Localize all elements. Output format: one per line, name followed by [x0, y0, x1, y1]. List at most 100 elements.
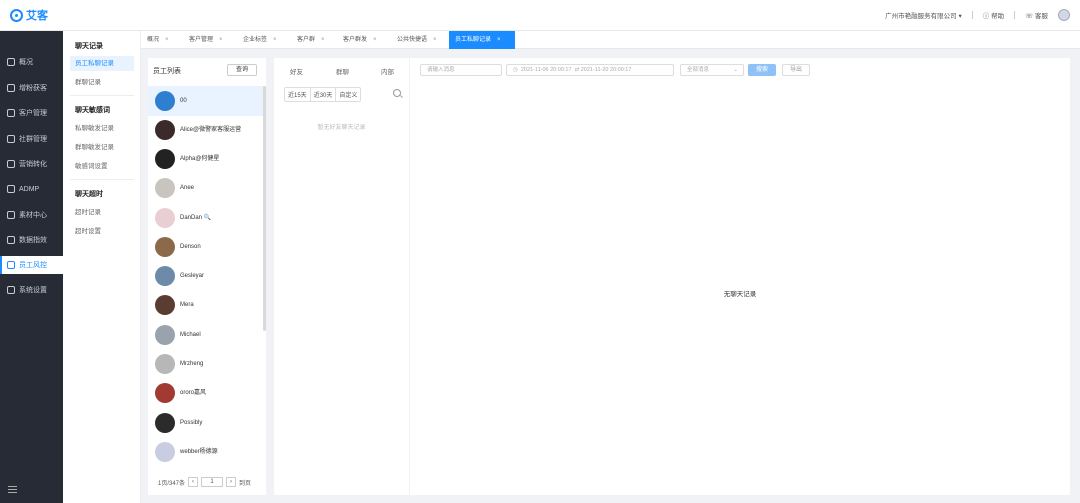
subnav-item-timeout-record[interactable]: 超时记录	[70, 205, 134, 220]
employee-row[interactable]: 00	[148, 86, 264, 116]
goto-page-button[interactable]: 到页	[239, 478, 251, 487]
tab-customer-broadcast[interactable]: 客户群发 ×	[337, 31, 391, 49]
sidebar-item-customers[interactable]: 客户管理	[0, 104, 63, 122]
sidebar-item-data[interactable]: 数据指效	[0, 231, 63, 249]
company-selector[interactable]: 广州市艳融服务有限公司 ▾	[885, 10, 962, 20]
query-button[interactable]: 查询	[227, 64, 257, 76]
sidebar-item-acquisition[interactable]: 增粉获客	[0, 79, 63, 97]
sidebar-item-materials[interactable]: 素材中心	[0, 206, 63, 224]
employee-row[interactable]: Alice@微警家客服运营	[148, 115, 264, 145]
sub-navigation: 聊天记录 员工私聊记录 群聊记录 聊天敏感词 私聊敏发记录 群聊敏发记录 敏感词…	[63, 31, 141, 503]
employee-row[interactable]: DanDan 🔍	[148, 203, 264, 233]
help-link[interactable]: ⓘ 帮助	[983, 10, 1004, 20]
subnav-item-group-chat[interactable]: 群聊记录	[70, 75, 134, 90]
avatar	[155, 295, 175, 315]
message-type-select[interactable]: 全部消息 ⌄	[680, 64, 744, 76]
app-logo[interactable]: 艾客	[10, 7, 48, 23]
service-link[interactable]: ☏ 客服	[1025, 10, 1048, 20]
prev-page-icon[interactable]: ‹	[188, 477, 199, 487]
page-tabs: 概况 × 客户管理 × 企业标签 × 客户群 × 客户群发 × 公共快捷语 × 员工私聊记录…	[141, 31, 1080, 49]
range-custom[interactable]: 自定义	[336, 88, 360, 101]
subnav-group-timeout: 聊天超时	[75, 191, 103, 198]
subnav-item-sensitive-settings[interactable]: 敏感词设置	[70, 159, 134, 174]
gear-icon	[7, 286, 15, 294]
close-icon[interactable]: ×	[373, 37, 377, 43]
tab-friends[interactable]: 好友	[290, 66, 303, 76]
shield-icon	[7, 261, 15, 269]
avatar	[155, 149, 175, 169]
avatar	[155, 91, 175, 111]
close-icon[interactable]: ×	[321, 37, 325, 43]
sidebar-item-marketing[interactable]: 营销转化	[0, 155, 63, 173]
empty-message-text: 无聊天记录	[723, 291, 757, 298]
tab-private-chat-records[interactable]: 员工私聊记录 ×	[449, 31, 515, 49]
avatar	[155, 442, 175, 462]
export-button[interactable]: 导出	[782, 64, 810, 76]
tab-overview[interactable]: 概况 ×	[141, 31, 185, 49]
subnav-item-private-sensitive[interactable]: 私聊敏发记录	[70, 121, 134, 136]
sidebar: 概况 增粉获客 客户管理 社群管理 营销转化 ADMP 素材中心 数据指效 员工…	[0, 31, 63, 503]
tab-customer-management[interactable]: 客户管理 ×	[183, 31, 239, 49]
employee-row[interactable]: Denson	[148, 232, 264, 262]
employee-list-panel: 员工列表 查询 00 Alice@微警家客服运营 Alpha@何健星 Anee …	[148, 58, 266, 495]
avatar	[155, 413, 175, 433]
avatar	[155, 120, 175, 140]
close-icon[interactable]: ×	[497, 37, 501, 43]
employee-list-title: 员工列表	[153, 68, 181, 75]
subnav-item-group-sensitive[interactable]: 群聊敏发记录	[70, 140, 134, 155]
folder-icon	[7, 211, 15, 219]
employee-row[interactable]: Gesleyar	[148, 261, 264, 291]
close-icon[interactable]: ×	[219, 37, 223, 43]
employee-row[interactable]: webber杨德源	[148, 437, 264, 467]
message-search-input[interactable]: 请输入消息	[420, 64, 502, 76]
employee-row[interactable]: Alpha@何健星	[148, 144, 264, 174]
tab-quick-replies[interactable]: 公共快捷语 ×	[391, 31, 451, 49]
tab-group-chat[interactable]: 群聊	[336, 66, 349, 76]
gift-icon	[7, 160, 15, 168]
subnav-item-private-chat[interactable]: 员工私聊记录	[70, 56, 134, 71]
close-icon[interactable]: ×	[433, 37, 437, 43]
empty-chat-text: 暂无好友聊天记录	[317, 125, 366, 131]
sidebar-item-groups[interactable]: 社群管理	[0, 130, 63, 148]
sidebar-item-overview[interactable]: 概况	[0, 53, 63, 71]
collapse-menu-icon[interactable]	[8, 486, 17, 493]
pagination: 1页/347条 ‹ 1 › 到页	[158, 477, 251, 487]
divider	[70, 179, 134, 180]
logo-text: 艾客	[26, 10, 48, 22]
user-add-icon	[7, 84, 15, 92]
sidebar-item-admp[interactable]: ADMP	[0, 180, 63, 198]
sidebar-item-settings[interactable]: 系统设置	[0, 281, 63, 299]
pager-summary: 1页/347条	[158, 480, 186, 487]
close-icon[interactable]: ×	[273, 37, 277, 43]
range-15-days[interactable]: 近15天	[285, 88, 311, 101]
subnav-item-timeout-settings[interactable]: 超时设置	[70, 224, 134, 239]
employee-row[interactable]: Mera	[148, 290, 264, 320]
tab-internal[interactable]: 内部	[381, 66, 394, 76]
employee-row[interactable]: Michael	[148, 320, 264, 350]
date-range-selector: 近15天 近30天 自定义	[284, 87, 362, 102]
avatar	[155, 383, 175, 403]
search-icon[interactable]	[393, 89, 401, 97]
chevron-down-icon: ⌄	[733, 67, 738, 73]
sidebar-item-risk-control[interactable]: 员工风控	[0, 256, 63, 274]
employee-row[interactable]: Mrzheng	[148, 349, 264, 379]
user-avatar[interactable]	[1058, 9, 1070, 21]
divider	[1014, 11, 1016, 19]
search-button[interactable]: 搜索	[748, 64, 776, 76]
employee-row[interactable]: Anee	[148, 173, 264, 203]
top-right-actions: 广州市艳融服务有限公司 ▾ ⓘ 帮助 ☏ 客服	[885, 9, 1070, 21]
chat-list-panel: 好友 群聊 内部 近15天 近30天 自定义 暂无好友聊天记录	[274, 58, 409, 495]
avatar	[155, 208, 175, 228]
employee-row[interactable]: ororo嘉风	[148, 378, 264, 408]
monitor-icon	[7, 185, 15, 193]
range-30-days[interactable]: 近30天	[311, 88, 337, 101]
page-input[interactable]: 1	[201, 477, 224, 487]
divider	[971, 11, 973, 19]
close-icon[interactable]: ×	[165, 37, 169, 43]
next-page-icon[interactable]: ›	[226, 477, 237, 487]
tab-enterprise-tags[interactable]: 企业标签 ×	[237, 31, 291, 49]
scrollbar[interactable]	[263, 86, 266, 331]
date-range-picker[interactable]: ◷ 2021-11-06 20:00:17 ⇄ 2021-11-20 20:00…	[506, 64, 674, 76]
tab-customer-groups[interactable]: 客户群 ×	[291, 31, 337, 49]
employee-row[interactable]: Possibly	[148, 408, 264, 438]
